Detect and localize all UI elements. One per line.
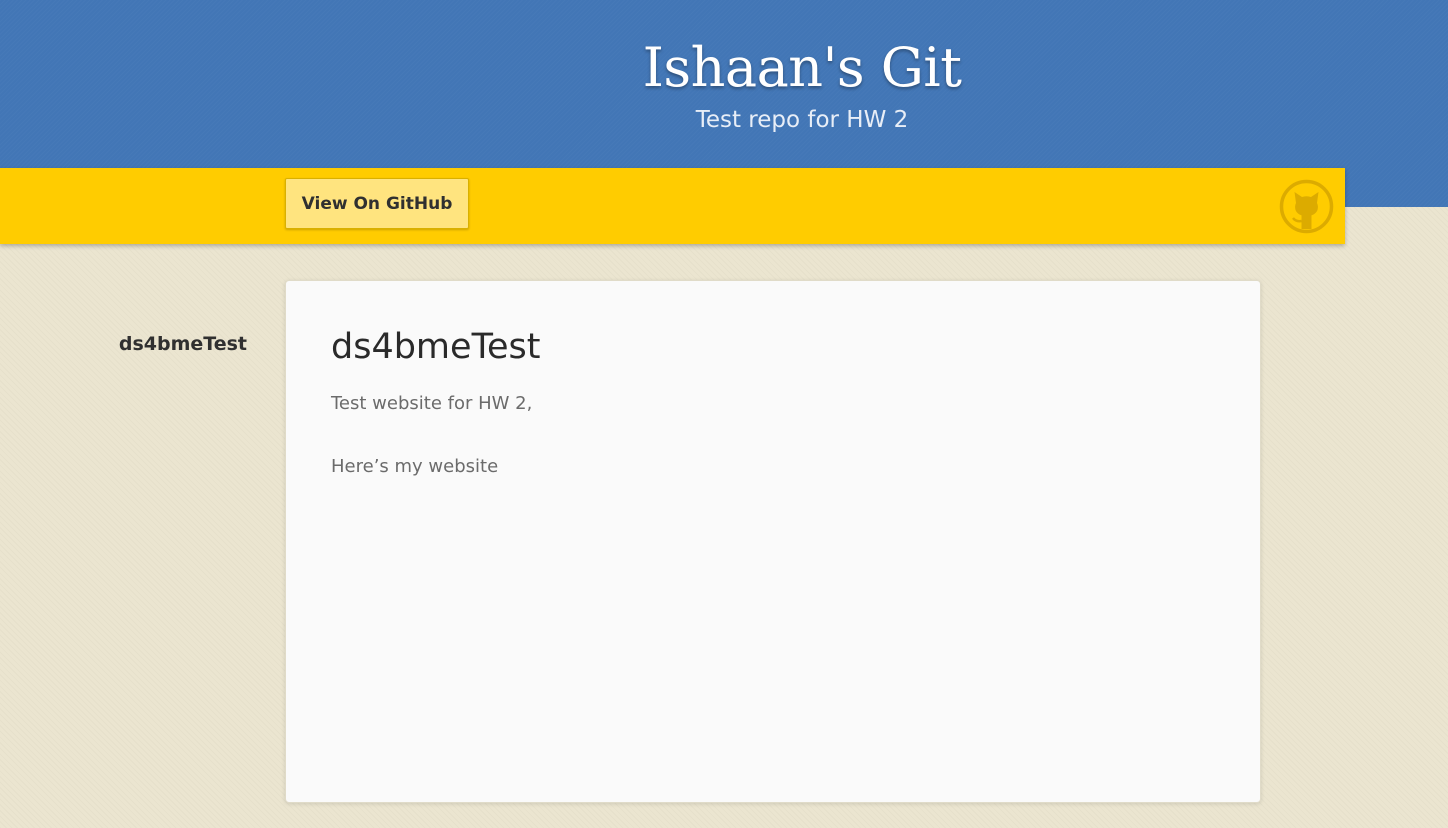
content-paragraph: Test website for HW 2,	[331, 393, 533, 414]
view-on-github-button[interactable]: View On GitHub	[285, 178, 469, 229]
banner-bar: View On GitHub	[0, 168, 1345, 244]
content-paragraph: Here’s my website	[331, 456, 499, 477]
sidebar-project-name: ds4bmeTest	[118, 333, 247, 355]
content-heading: ds4bmeTest	[331, 327, 541, 367]
github-octocat-icon[interactable]	[1279, 179, 1334, 234]
site-subtitle: Test repo for HW 2	[695, 107, 909, 133]
main-content-card: ds4bmeTest Test website for HW 2, Here’s…	[285, 280, 1261, 803]
site-title: Ishaan's Git	[642, 36, 962, 99]
